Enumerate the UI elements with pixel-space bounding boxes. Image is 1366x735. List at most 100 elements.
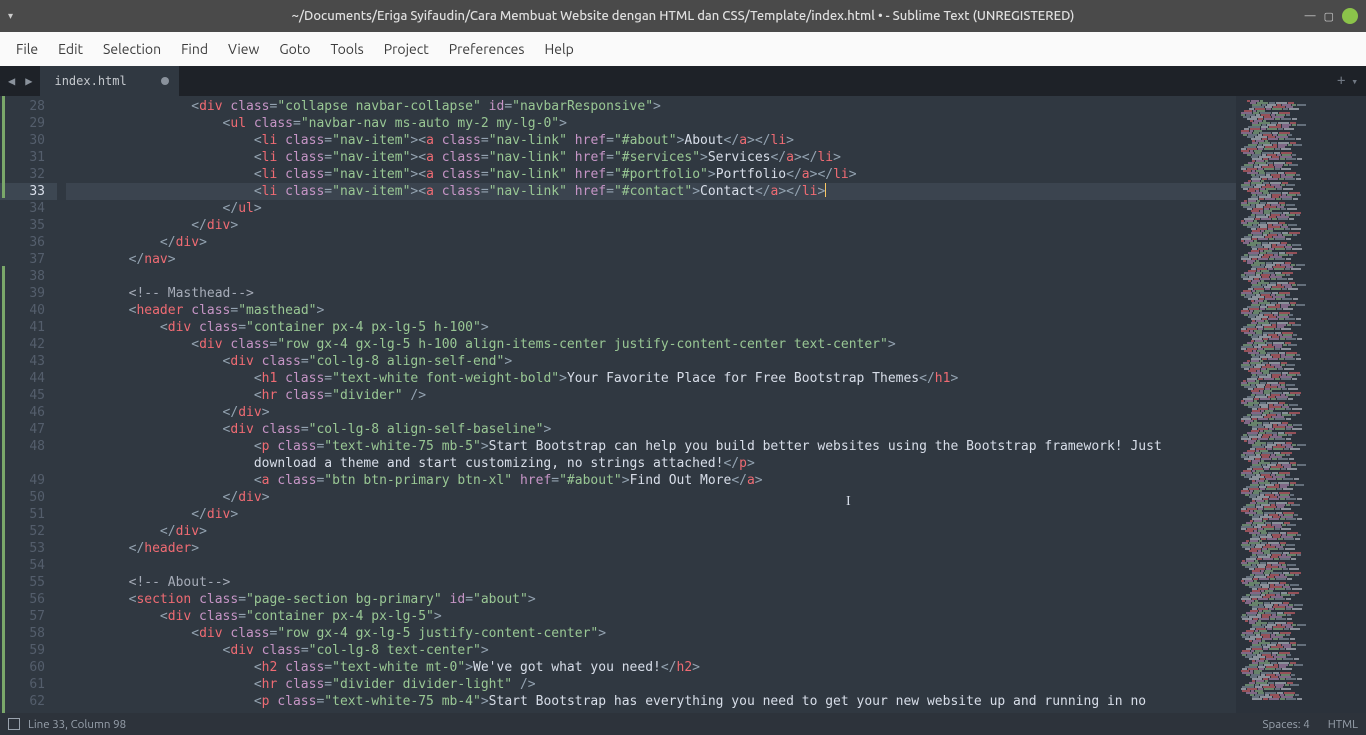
line-number: 55 bbox=[0, 574, 45, 591]
code-line[interactable]: </div> bbox=[66, 489, 1236, 506]
line-number: 61 bbox=[0, 676, 45, 693]
line-number: 33 bbox=[0, 183, 57, 200]
code-area[interactable]: <div class="collapse navbar-collapse" id… bbox=[58, 96, 1236, 713]
code-line[interactable]: </div> bbox=[66, 523, 1236, 540]
line-number: 38 bbox=[0, 268, 45, 285]
line-number: 50 bbox=[0, 489, 45, 506]
line-number: 59 bbox=[0, 642, 45, 659]
code-line[interactable]: <section class="page-section bg-primary"… bbox=[66, 591, 1236, 608]
code-line[interactable]: <a class="btn btn-primary btn-xl" href="… bbox=[66, 472, 1236, 489]
line-number: 30 bbox=[0, 132, 45, 149]
code-line[interactable]: </div> bbox=[66, 404, 1236, 421]
line-number: 48 bbox=[0, 438, 45, 455]
code-line[interactable]: <p class="text-white-75 mb-5">Start Boot… bbox=[66, 438, 1236, 455]
minimize-button[interactable]: — bbox=[1305, 10, 1316, 22]
code-line[interactable]: <li class="nav-item"><a class="nav-link"… bbox=[66, 149, 1236, 166]
code-line[interactable]: <div class="collapse navbar-collapse" id… bbox=[66, 98, 1236, 115]
line-number: 42 bbox=[0, 336, 45, 353]
menu-bar: FileEditSelectionFindViewGotoToolsProjec… bbox=[0, 32, 1366, 66]
line-number: 45 bbox=[0, 387, 45, 404]
line-number bbox=[0, 455, 45, 472]
indent-setting[interactable]: Spaces: 4 bbox=[1262, 718, 1309, 731]
tab-bar: ◀ ▶ index.html + ▾ bbox=[0, 66, 1366, 96]
line-number: 43 bbox=[0, 353, 45, 370]
maximize-button[interactable]: ▢ bbox=[1324, 10, 1334, 23]
code-line[interactable]: <h1 class="text-white font-weight-bold">… bbox=[66, 370, 1236, 387]
code-line[interactable]: <div class="col-lg-8 text-center"> bbox=[66, 642, 1236, 659]
line-number: 62 bbox=[0, 693, 45, 710]
code-line[interactable]: </nav> bbox=[66, 251, 1236, 268]
code-line[interactable]: </div> bbox=[66, 506, 1236, 523]
app-menu-icon[interactable]: ▾ bbox=[8, 10, 13, 22]
tab-label: index.html bbox=[54, 74, 126, 88]
line-number: 49 bbox=[0, 472, 45, 489]
code-line[interactable]: <li class="nav-item"><a class="nav-link"… bbox=[66, 132, 1236, 149]
code-line[interactable]: </ul> bbox=[66, 200, 1236, 217]
status-bar: Line 33, Column 98 Spaces: 4 HTML bbox=[0, 713, 1366, 735]
menu-view[interactable]: View bbox=[218, 41, 269, 57]
menu-edit[interactable]: Edit bbox=[48, 41, 93, 57]
new-tab-icon[interactable]: + bbox=[1337, 73, 1345, 89]
code-line[interactable]: </header> bbox=[66, 540, 1236, 557]
code-line[interactable]: <hr class="divider" /> bbox=[66, 387, 1236, 404]
line-number: 29 bbox=[0, 115, 45, 132]
code-line[interactable]: <div class="row gx-4 gx-lg-5 h-100 align… bbox=[66, 336, 1236, 353]
menu-project[interactable]: Project bbox=[374, 41, 439, 57]
line-number: 40 bbox=[0, 302, 45, 319]
editor[interactable]: 2829303132333435363738394041424344454647… bbox=[0, 96, 1366, 713]
line-number: 58 bbox=[0, 625, 45, 642]
history-back-icon[interactable]: ◀ bbox=[4, 74, 19, 88]
text-cursor-icon: I bbox=[846, 494, 851, 510]
line-number: 35 bbox=[0, 217, 45, 234]
line-number-gutter: 2829303132333435363738394041424344454647… bbox=[0, 96, 58, 713]
code-line[interactable]: </div> bbox=[66, 217, 1236, 234]
sidebar-toggle-icon[interactable] bbox=[8, 718, 20, 730]
tab-index-html[interactable]: index.html bbox=[40, 66, 180, 96]
code-line[interactable]: <p class="text-white-75 mb-4">Start Boot… bbox=[66, 693, 1236, 710]
line-number: 31 bbox=[0, 149, 45, 166]
line-number: 41 bbox=[0, 319, 45, 336]
code-line[interactable]: <div class="container px-4 px-lg-5 h-100… bbox=[66, 319, 1236, 336]
line-number: 57 bbox=[0, 608, 45, 625]
line-number: 56 bbox=[0, 591, 45, 608]
code-line[interactable] bbox=[66, 557, 1236, 574]
menu-tools[interactable]: Tools bbox=[321, 41, 374, 57]
code-line[interactable] bbox=[66, 268, 1236, 285]
window-titlebar: ▾ ~/Documents/Eriga Syifaudin/Cara Membu… bbox=[0, 0, 1366, 32]
menu-find[interactable]: Find bbox=[171, 41, 218, 57]
window-title: ~/Documents/Eriga Syifaudin/Cara Membuat… bbox=[88, 9, 1278, 23]
menu-help[interactable]: Help bbox=[534, 41, 583, 57]
line-number: 36 bbox=[0, 234, 45, 251]
code-line[interactable]: download a theme and start customizing, … bbox=[66, 455, 1236, 472]
code-line[interactable]: <!-- Masthead--> bbox=[66, 285, 1236, 302]
line-number: 39 bbox=[0, 285, 45, 302]
menu-preferences[interactable]: Preferences bbox=[439, 41, 535, 57]
code-line[interactable]: <header class="masthead"> bbox=[66, 302, 1236, 319]
code-line[interactable]: <div class="container px-4 px-lg-5"> bbox=[66, 608, 1236, 625]
code-line[interactable]: <li class="nav-item"><a class="nav-link"… bbox=[66, 166, 1236, 183]
code-line[interactable]: </div> bbox=[66, 234, 1236, 251]
code-line[interactable]: <!-- About--> bbox=[66, 574, 1236, 591]
line-number: 53 bbox=[0, 540, 45, 557]
line-number: 32 bbox=[0, 166, 45, 183]
code-line[interactable]: <li class="nav-item"><a class="nav-link"… bbox=[66, 183, 1236, 200]
line-number: 60 bbox=[0, 659, 45, 676]
code-line[interactable]: <div class="row gx-4 gx-lg-5 justify-con… bbox=[66, 625, 1236, 642]
tab-menu-icon[interactable]: ▾ bbox=[1351, 75, 1358, 88]
syntax-setting[interactable]: HTML bbox=[1328, 718, 1358, 731]
code-line[interactable]: <h2 class="text-white mt-0">We've got wh… bbox=[66, 659, 1236, 676]
code-line[interactable]: <div class="col-lg-8 align-self-end"> bbox=[66, 353, 1236, 370]
menu-goto[interactable]: Goto bbox=[269, 41, 320, 57]
line-number: 28 bbox=[0, 98, 45, 115]
line-number: 51 bbox=[0, 506, 45, 523]
code-line[interactable]: <hr class="divider divider-light" /> bbox=[66, 676, 1236, 693]
history-forward-icon[interactable]: ▶ bbox=[21, 74, 36, 88]
menu-file[interactable]: File bbox=[6, 41, 48, 57]
minimap[interactable] bbox=[1236, 96, 1366, 713]
menu-selection[interactable]: Selection bbox=[93, 41, 171, 57]
line-number: 54 bbox=[0, 557, 45, 574]
close-button[interactable] bbox=[1342, 8, 1358, 24]
code-line[interactable]: <div class="col-lg-8 align-self-baseline… bbox=[66, 421, 1236, 438]
line-number: 34 bbox=[0, 200, 45, 217]
code-line[interactable]: <ul class="navbar-nav ms-auto my-2 my-lg… bbox=[66, 115, 1236, 132]
